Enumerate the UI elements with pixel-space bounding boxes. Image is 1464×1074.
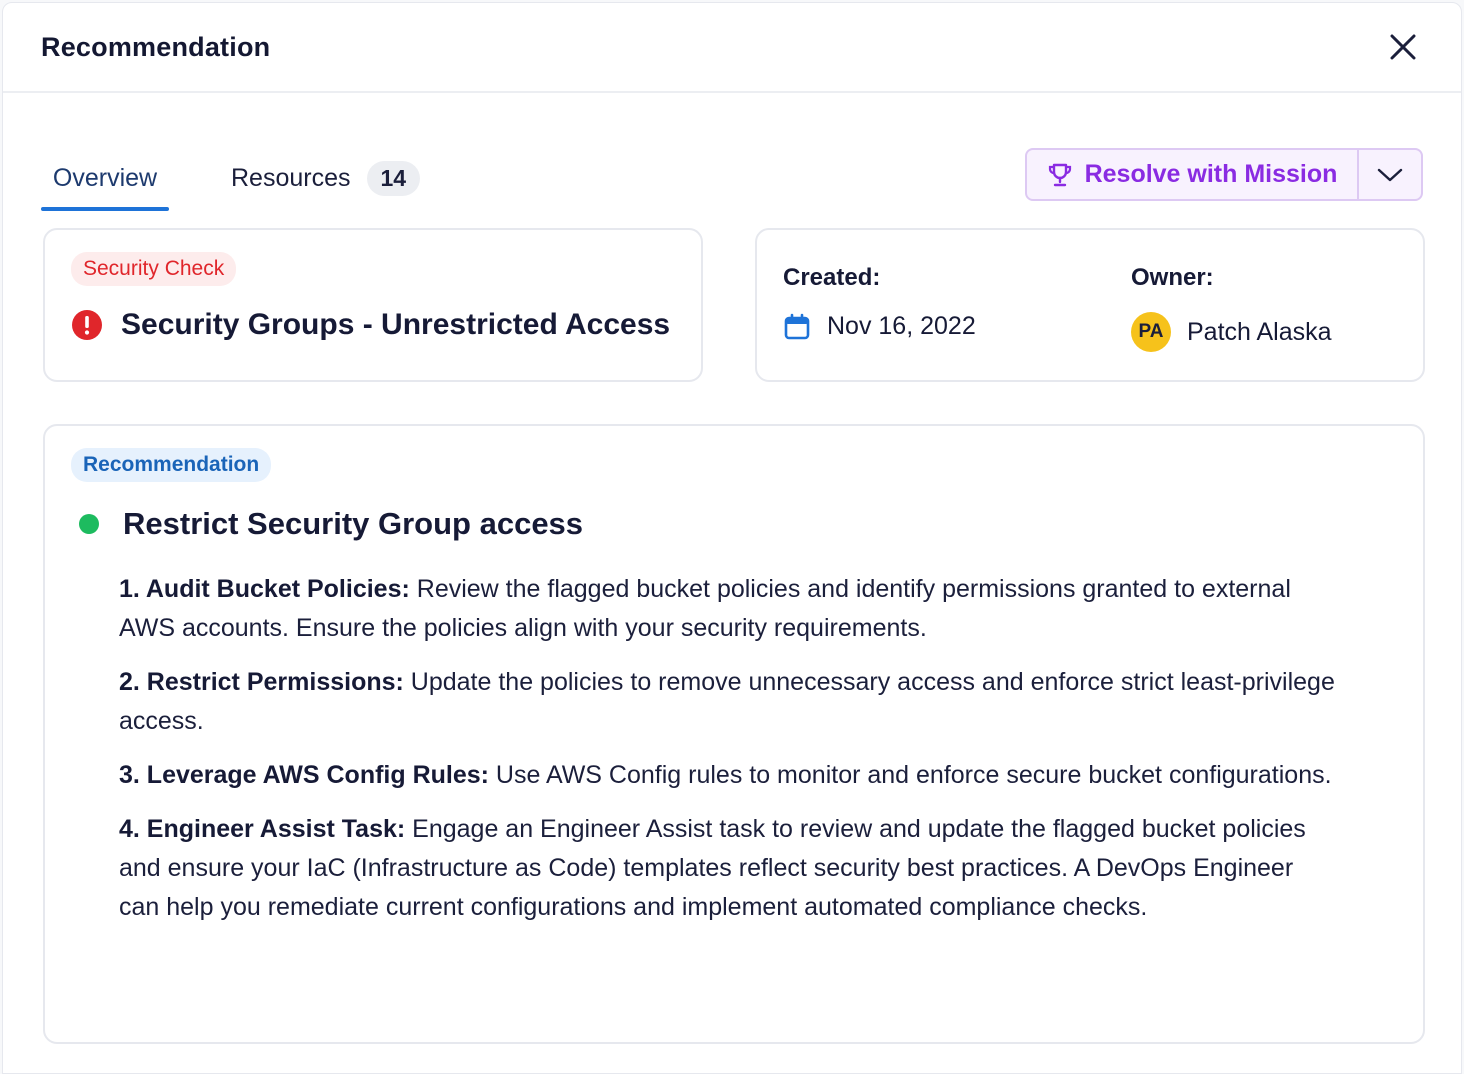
resolve-with-mission-button[interactable]: Resolve with Mission — [1027, 150, 1357, 199]
close-icon — [1390, 34, 1416, 60]
panel-header: Recommendation — [3, 3, 1461, 93]
active-tab-indicator — [41, 207, 169, 211]
owner-value-row: PA Patch Alaska — [1131, 312, 1332, 352]
resources-count-badge: 14 — [366, 160, 421, 196]
owner-label: Owner: — [1131, 264, 1214, 291]
resolve-button-group: Resolve with Mission — [1025, 148, 1423, 201]
meta-card: Created: Nov 16, 2022 Owner: PA Patch Al… — [755, 228, 1425, 382]
created-label: Created: — [783, 264, 881, 291]
status-dot-icon — [79, 514, 99, 534]
recommendation-title: Restrict Security Group access — [123, 506, 584, 541]
step-text: Use AWS Config rules to monitor and enfo… — [488, 761, 1332, 789]
check-title: Security Groups - Unrestricted Access — [121, 308, 671, 341]
resolve-dropdown-button[interactable] — [1359, 150, 1421, 199]
list-item: 4. Engineer Assist Task: Engage an Engin… — [119, 810, 1339, 927]
recommendation-card: Recommendation Restrict Security Group a… — [43, 424, 1425, 1044]
tab-bar: Overview Resources 14 Resolve with Missi… — [41, 145, 1423, 215]
step-label: 4. Engineer Assist Task: — [119, 815, 406, 843]
tab-resources[interactable]: Resources 14 — [231, 145, 421, 211]
created-value-row: Nov 16, 2022 — [783, 312, 976, 341]
step-label: 2. Restrict Permissions: — [119, 668, 404, 696]
resolve-with-mission-label: Resolve with Mission — [1084, 160, 1338, 188]
created-field: Created: Nov 16, 2022 — [783, 264, 976, 341]
tab-resources-label: Resources — [231, 163, 351, 192]
list-item: 3. Leverage AWS Config Rules: Use AWS Co… — [119, 756, 1339, 795]
owner-name: Patch Alaska — [1187, 317, 1332, 346]
tab-overview[interactable]: Overview — [41, 145, 169, 211]
tab-overview-label: Overview — [52, 163, 158, 192]
step-label: 3. Leverage AWS Config Rules: — [119, 761, 489, 789]
alert-circle-icon — [72, 310, 102, 340]
security-check-card: Security Check Security Groups - Unrestr… — [43, 228, 703, 382]
recommendation-title-row: Restrict Security Group access — [79, 506, 583, 542]
avatar: PA — [1131, 312, 1171, 352]
trophy-icon — [1048, 163, 1071, 186]
recommendation-panel: Recommendation Overview Resources 14 Res… — [2, 2, 1462, 1074]
close-button[interactable] — [1383, 27, 1423, 67]
list-item: 2. Restrict Permissions: Update the poli… — [119, 663, 1339, 741]
security-check-tag: Security Check — [71, 252, 237, 286]
owner-field: Owner: PA Patch Alaska — [1131, 264, 1332, 352]
created-date: Nov 16, 2022 — [827, 312, 976, 340]
recommendation-tag: Recommendation — [71, 448, 272, 482]
page-title: Recommendation — [41, 31, 271, 62]
recommendation-steps: 1. Audit Bucket Policies: Review the fla… — [119, 570, 1339, 942]
calendar-icon — [784, 313, 810, 339]
list-item: 1. Audit Bucket Policies: Review the fla… — [119, 570, 1339, 648]
step-label: 1. Audit Bucket Policies: — [119, 575, 410, 603]
check-title-row: Security Groups - Unrestricted Access — [71, 308, 670, 342]
chevron-down-icon — [1377, 168, 1403, 181]
